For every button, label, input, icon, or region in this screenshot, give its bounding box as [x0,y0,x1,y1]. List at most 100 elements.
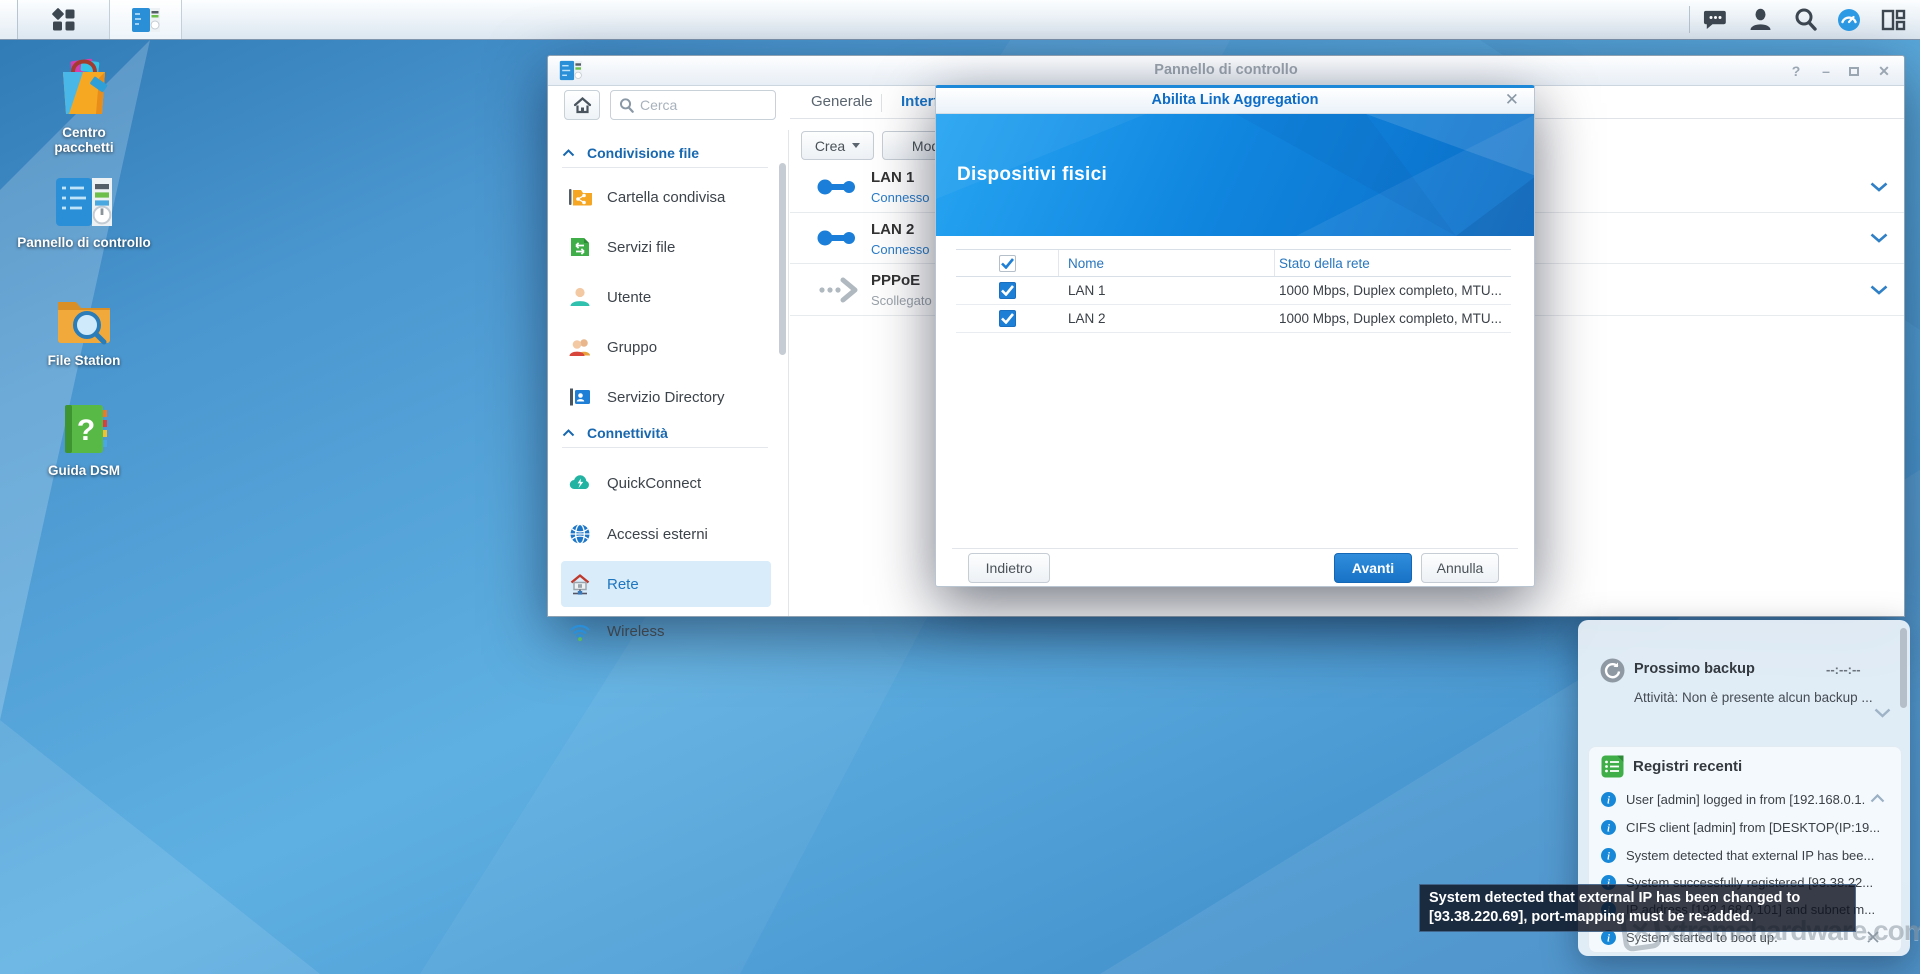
log-entry-text: User [admin] logged in from [192.168.0.1… [1626,792,1866,807]
lan2-checkbox[interactable] [999,310,1016,327]
sidebar-item-group[interactable]: Gruppo [561,324,771,370]
section-title: Condivisione file [587,145,699,161]
system-health-button[interactable] [1829,0,1869,39]
search-input[interactable] [640,97,755,113]
chat-bubble-icon [1703,9,1728,31]
chevron-up-icon[interactable] [1870,794,1885,803]
device-row-lan1[interactable]: LAN 1 1000 Mbps, Duplex completo, MTU... [956,277,1511,305]
desktop-icon-label: Centro pacchetti [42,125,126,155]
main-menu-button[interactable] [18,0,110,39]
chevron-down-icon[interactable] [1870,182,1888,192]
interface-name: LAN 2 [871,221,914,238]
notifications-button[interactable] [1695,0,1735,39]
svg-text:?: ? [77,414,95,447]
desktop-icon-dsm-help[interactable]: ? Guida DSM [4,402,164,478]
device-name: LAN 1 [1059,283,1275,298]
dialog-titlebar[interactable]: Abilita Link Aggregation ✕ [936,88,1534,114]
desktop-icon-label: Pannello di controllo [17,235,151,250]
control-panel-icon [131,7,161,33]
close-window-button[interactable]: ✕ [1872,61,1896,81]
desktop-icon-control-panel[interactable]: Pannello di controllo [4,176,164,250]
wifi-icon [568,619,592,643]
interface-status: Scollegato [871,293,932,308]
home-icon [573,96,592,114]
check-icon [1001,258,1014,269]
desktop-icon-file-station[interactable]: File Station [4,292,164,368]
desktop-icon-label: Guida DSM [48,463,120,478]
dialog-heading: Dispositivi fisici [957,164,1107,186]
cancel-button[interactable]: Annulla [1421,553,1499,583]
sidebar-item-quickconnect[interactable]: QuickConnect [561,460,771,506]
widgets-toggle-button[interactable] [1873,0,1913,39]
section-title: Connettività [587,425,668,441]
widgets-icon [1881,9,1906,31]
sidebar-item-label: Cartella condivisa [607,189,725,206]
home-button[interactable] [564,90,600,120]
help-button[interactable]: ? [1784,61,1808,81]
show-desktop-button[interactable] [0,0,18,39]
section-file-sharing[interactable]: Condivisione file [562,142,768,164]
sidebar-item-network[interactable]: Rete [561,561,771,607]
widgets-scrollbar[interactable] [1900,628,1907,708]
column-header-name[interactable]: Nome [1059,250,1275,276]
caret-down-icon [852,143,860,148]
window-titlebar[interactable]: Pannello di controllo ? – ✕ [548,56,1904,86]
close-icon[interactable] [1867,931,1879,943]
sidebar-item-wireless[interactable]: Wireless [561,608,771,654]
back-button[interactable]: Indietro [968,553,1050,583]
desktop-icon-package-center[interactable]: Centro pacchetti [4,58,164,155]
lan1-checkbox[interactable] [999,282,1016,299]
interface-name: LAN 1 [871,169,914,186]
sidebar-item-label: QuickConnect [607,475,701,492]
minimize-button[interactable]: – [1814,61,1838,81]
column-header-status[interactable]: Stato della rete [1275,256,1511,271]
sidebar-item-file-services[interactable]: Servizi file [561,224,771,270]
maximize-button[interactable] [1842,61,1866,81]
taskbar-control-panel-button[interactable] [110,0,182,39]
info-icon: i [1601,820,1616,835]
chevron-up-icon [562,149,575,157]
search-button[interactable] [1785,0,1825,39]
sidebar-item-label: Servizio Directory [607,389,725,406]
sidebar-item-directory-service[interactable]: Servizio Directory [561,374,771,420]
create-button[interactable]: Crea [801,131,874,160]
log-entry[interactable]: i System detected that external IP has b… [1601,844,1889,866]
check-icon [1001,313,1014,324]
log-entry-text: CIFS client [admin] from [DESKTOP(IP:19.… [1626,820,1880,835]
chevron-down-icon[interactable] [1870,285,1888,295]
tab-separator [881,94,882,112]
search-field[interactable] [610,90,776,120]
user-menu-button[interactable] [1740,0,1780,39]
sidebar-item-external-access[interactable]: Accessi esterni [561,511,771,557]
search-icon [1794,8,1817,31]
next-button[interactable]: Avanti [1334,553,1412,583]
backup-widget-title: Prossimo backup [1634,661,1755,677]
select-all-checkbox[interactable] [999,255,1016,272]
package-center-icon [55,58,113,118]
desktop-icon-label: File Station [48,353,121,368]
svg-text:i: i [1607,823,1610,834]
dialog-title: Abilita Link Aggregation [936,92,1534,108]
log-entry[interactable]: i User [admin] logged in from [192.168.0… [1601,788,1889,810]
directory-service-icon [568,385,592,409]
interface-status: Connesso [871,190,930,205]
chevron-down-icon[interactable] [1874,708,1891,718]
divider [562,447,768,448]
interface-name: PPPoE [871,272,920,289]
section-connectivity[interactable]: Connettività [562,422,768,444]
chevron-down-icon[interactable] [1870,233,1888,243]
logs-icon [1601,755,1624,778]
create-button-label: Crea [815,138,845,154]
close-dialog-button[interactable]: ✕ [1500,90,1524,110]
sidebar-scrollbar[interactable] [779,163,786,355]
main-menu-grid-icon [50,6,77,33]
log-entry[interactable]: i CIFS client [admin] from [DESKTOP(IP:1… [1601,816,1889,838]
tab-general[interactable]: Generale [811,93,873,110]
sidebar-item-shared-folder[interactable]: Cartella condivisa [561,174,771,220]
device-row-lan2[interactable]: LAN 2 1000 Mbps, Duplex completo, MTU... [956,305,1511,333]
lan-connected-icon [816,173,860,201]
divider [952,548,1518,549]
sidebar-item-user[interactable]: Utente [561,274,771,320]
interface-status: Connesso [871,242,930,257]
taskbar [0,0,1920,40]
